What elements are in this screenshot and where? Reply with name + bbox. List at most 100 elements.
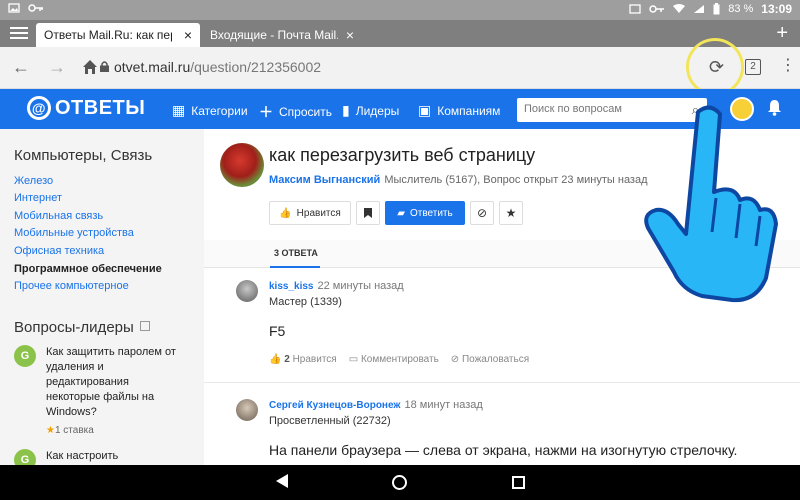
category-link[interactable]: Мобильная связь xyxy=(14,210,103,222)
key-notification-icon xyxy=(28,4,43,12)
complain-button[interactable]: ⊘ Пожаловаться xyxy=(451,354,529,365)
clock: 13:09 xyxy=(761,2,792,16)
wifi-icon xyxy=(673,4,686,13)
back-arrow-icon[interactable]: ← xyxy=(12,57,30,77)
comment-label: Комментировать xyxy=(360,354,439,365)
url-host: otvet.mail.ru xyxy=(114,59,191,75)
leader-question[interactable]: Как защитить паролем от удаления и редак… xyxy=(46,345,196,420)
site-logo[interactable]: @ ОТВЕТЫ xyxy=(27,96,145,120)
answer-rank: Мастер (1339) xyxy=(269,296,342,308)
close-tab-icon[interactable]: × xyxy=(184,27,192,43)
menu-label: Компаниям xyxy=(437,103,501,118)
leader-question[interactable]: Как настроить xyxy=(46,449,196,464)
bookmark-button[interactable] xyxy=(356,201,380,225)
category-title: Компьютеры, Связь xyxy=(14,147,153,164)
battery-icon xyxy=(713,3,720,15)
bookmark-icon xyxy=(364,208,372,218)
info-icon[interactable] xyxy=(139,321,150,331)
grid-icon: ▦ xyxy=(172,102,186,118)
category-link[interactable]: Железо xyxy=(14,175,53,187)
answer-rank: Просветленный (22732) xyxy=(269,415,391,427)
browser-tab-bar: Ответы Mail.Ru: как пер × Входящие - Поч… xyxy=(0,20,800,47)
answer-author[interactable]: Сергей Кузнецов-Воронеж xyxy=(269,400,401,411)
complain-label: Пожаловаться xyxy=(461,354,530,365)
leader-meta: ★1 ставка xyxy=(46,425,94,436)
nav-back-icon[interactable] xyxy=(276,474,288,488)
question-title: как перезагрузить веб страницу xyxy=(269,145,536,165)
like-button[interactable]: 👍 Нравится xyxy=(269,201,351,225)
category-link[interactable]: Офисная техника xyxy=(14,245,104,257)
star-icon: ★ xyxy=(505,206,517,220)
leader-bids: 1 ставка xyxy=(54,425,94,436)
answer-actions: 👍 2 Нравится ▭ Комментировать ⊘ Пожалова… xyxy=(269,354,529,365)
battery-percent: 83 % xyxy=(728,3,754,15)
favorite-button[interactable]: ★ xyxy=(499,201,523,225)
question-status: Мыслитель (5167), Вопрос открыт 23 минут… xyxy=(384,174,648,186)
category-link[interactable]: Интернет xyxy=(14,192,62,204)
leaders-title: Вопросы-лидеры xyxy=(14,319,150,336)
answer-time: 18 минут назад xyxy=(404,399,483,411)
android-nav-bar xyxy=(0,465,800,500)
nav-home-icon[interactable] xyxy=(392,475,407,490)
url-field[interactable]: otvet.mail.ru/question/212356002 xyxy=(114,59,321,75)
answer-header: Сергей Кузнецов-Воронеж 18 минут назад xyxy=(269,399,483,411)
answer-avatar[interactable] xyxy=(236,280,258,302)
comment-icon: ▭ xyxy=(348,354,361,365)
question-meta: Максим Выгнанский Мыслитель (5167), Вопро… xyxy=(269,174,648,186)
menu-ask[interactable]: ＋ Спросить xyxy=(259,102,332,122)
home-icon[interactable] xyxy=(82,59,98,75)
signal-icon xyxy=(694,5,705,13)
answer-author[interactable]: kiss_kiss xyxy=(269,281,314,292)
like-count: 2 xyxy=(284,354,290,365)
briefcase-icon: ▣ xyxy=(418,102,432,118)
forward-arrow-icon[interactable]: → xyxy=(48,57,66,77)
leaders-title-text: Вопросы-лидеры xyxy=(14,319,134,336)
tab-title: Входящие - Почта Mail. xyxy=(210,28,338,42)
tab-mail-inbox[interactable]: Входящие - Почта Mail. × xyxy=(202,23,362,47)
logo-text: ОТВЕТЫ xyxy=(55,96,146,119)
leader-question-line: удаления и xyxy=(46,361,104,373)
menu-label: Лидеры xyxy=(355,103,400,118)
menu-companies[interactable]: ▣ Компаниям xyxy=(418,102,500,119)
question-author[interactable]: Максим Выгнанский xyxy=(269,174,380,186)
key-icon xyxy=(649,5,665,13)
answer-time: 22 минуты назад xyxy=(317,280,404,292)
answer-button[interactable]: ▰ Ответить xyxy=(385,201,465,225)
leader-question-line: Windows? xyxy=(46,406,97,418)
tab-otvety[interactable]: Ответы Mail.Ru: как пер × xyxy=(36,23,200,47)
tab-switcher-button[interactable]: 2 xyxy=(745,59,761,75)
answer-header: kiss_kiss 22 минуты назад xyxy=(269,280,404,292)
sidebar: Компьютеры, Связь Железо Интернет Мобиль… xyxy=(0,129,204,471)
plus-icon: ＋ xyxy=(259,104,273,120)
menu-categories[interactable]: ▦ Категории xyxy=(172,102,248,119)
answer-label: Ответить xyxy=(409,207,453,219)
close-tab-icon[interactable]: × xyxy=(346,27,354,43)
category-link-active[interactable]: Программное обеспечение xyxy=(14,263,162,275)
like-label: Нравится xyxy=(292,354,337,365)
image-notification-icon xyxy=(8,3,20,13)
android-status-bar: 83 % 13:09 xyxy=(0,0,800,20)
menu-label: Спросить xyxy=(279,105,332,119)
at-logo-icon: @ xyxy=(27,96,51,120)
answer-text: На панели браузера — слева от экрана, на… xyxy=(269,442,738,458)
menu-leaders[interactable]: ▮ Лидеры xyxy=(342,102,399,119)
star-icon: ★ xyxy=(46,425,55,436)
answer-avatar[interactable] xyxy=(236,399,258,421)
more-menu-icon[interactable]: ⋮ xyxy=(780,56,796,76)
category-link[interactable]: Мобильные устройства xyxy=(14,227,134,239)
question-author-avatar[interactable] xyxy=(220,143,264,187)
leader-avatar[interactable]: G xyxy=(14,345,36,367)
nav-recent-apps-icon[interactable] xyxy=(512,476,525,489)
leader-question-line: Как защитить паролем от xyxy=(46,346,176,358)
new-tab-icon[interactable]: + xyxy=(776,23,788,43)
thumbs-up-icon: 👍 xyxy=(279,207,292,219)
tab-menu-icon[interactable] xyxy=(10,25,28,41)
bar-chart-icon: ▮ xyxy=(342,102,350,118)
answer-like-button[interactable]: 👍 2 Нравится xyxy=(269,354,337,365)
tab-answers[interactable]: 3 ОТВЕТА xyxy=(274,248,318,258)
category-link[interactable]: Прочее компьютерное xyxy=(14,280,129,292)
like-label: Нравится xyxy=(296,207,341,219)
comment-button[interactable]: ▭ Комментировать xyxy=(349,354,439,365)
tab-title: Ответы Mail.Ru: как пер xyxy=(44,28,172,42)
report-button[interactable]: ⊘ xyxy=(470,201,494,225)
